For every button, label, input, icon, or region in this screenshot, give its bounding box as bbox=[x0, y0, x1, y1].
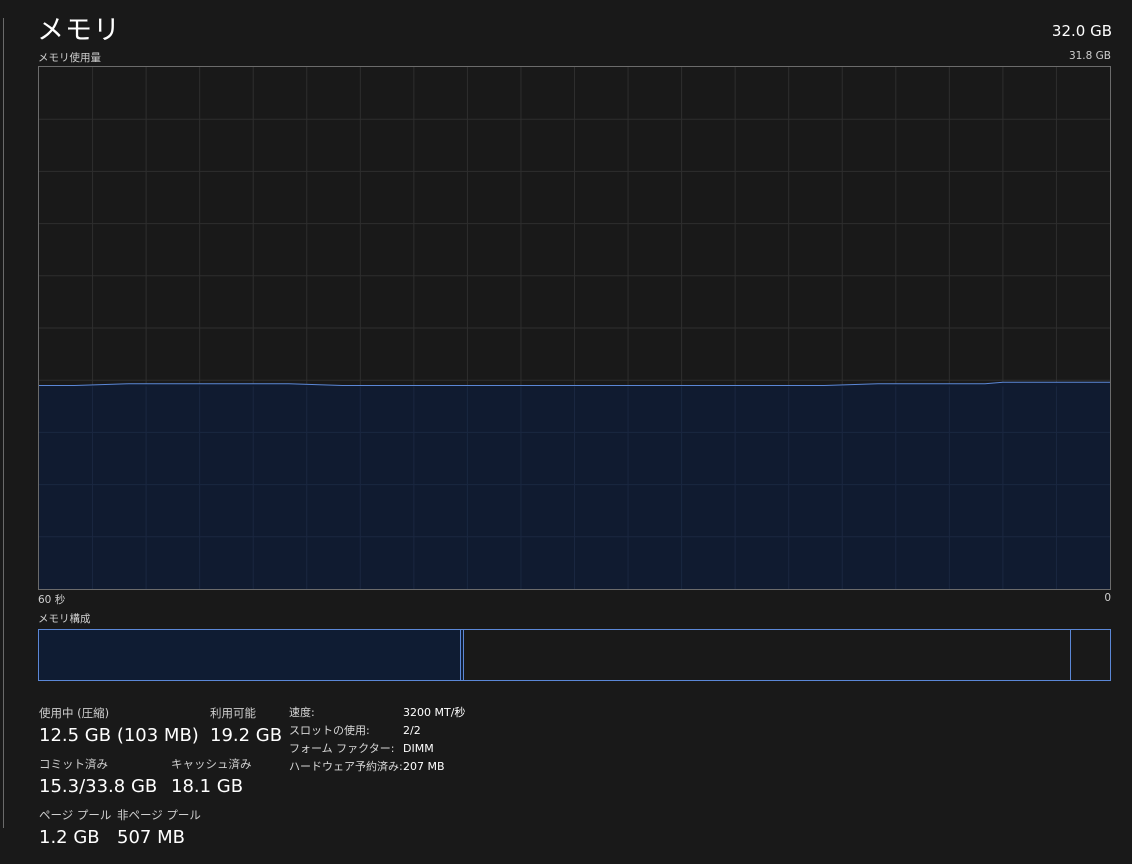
spec-key: スロットの使用: bbox=[289, 724, 370, 737]
composition-in-use-segment bbox=[39, 630, 461, 680]
memory-usage-graph bbox=[38, 66, 1111, 590]
graph-time-right: 0 bbox=[1104, 592, 1111, 604]
spec-key: フォーム ファクター: bbox=[289, 742, 395, 755]
stat-nonpaged-pool-value: 507 MB bbox=[117, 827, 185, 848]
spec-value: DIMM bbox=[403, 742, 434, 755]
graph-label: メモリ使用量 bbox=[38, 52, 101, 64]
stat-available-value: 19.2 GB bbox=[210, 725, 283, 746]
stat-in-use: 使用中 (圧縮) 12.5 GB (103 MB) bbox=[39, 706, 199, 748]
spec-key: 速度: bbox=[289, 706, 315, 719]
graph-time-left: 60 秒 bbox=[38, 594, 66, 606]
left-rail-divider bbox=[3, 18, 4, 828]
stat-cached: キャッシュ済み 18.1 GB bbox=[171, 757, 252, 799]
spec-value: 3200 MT/秒 bbox=[403, 706, 466, 719]
total-memory: 32.0 GB bbox=[1051, 22, 1112, 40]
composition-free-segment bbox=[1071, 630, 1110, 680]
stat-available-label: 利用可能 bbox=[210, 706, 256, 720]
stat-available: 利用可能 19.2 GB bbox=[210, 706, 282, 748]
stat-committed-value: 15.3/33.8 GB bbox=[39, 776, 158, 797]
page-title: メモリ bbox=[37, 15, 121, 46]
stat-paged-pool: ページ プール 1.2 GB bbox=[39, 808, 111, 850]
memory-usage-chart bbox=[39, 67, 1110, 589]
stat-nonpaged-pool-label: 非ページ プール bbox=[117, 808, 201, 822]
spec-row-slots: スロットの使用: 2/2 bbox=[289, 724, 589, 742]
memory-specs: 速度: 3200 MT/秒 スロットの使用: 2/2 フォーム ファクター: D… bbox=[289, 706, 589, 778]
stat-in-use-value: 12.5 GB (103 MB) bbox=[39, 725, 199, 746]
graph-max-label: 31.8 GB bbox=[1068, 50, 1111, 62]
stat-cached-value: 18.1 GB bbox=[171, 776, 244, 797]
spec-row-hardware-reserved: ハードウェア予約済み: 207 MB bbox=[289, 760, 589, 778]
spec-value: 2/2 bbox=[403, 724, 421, 737]
spec-value: 207 MB bbox=[403, 760, 445, 773]
memory-performance-page: メモリ 32.0 GB メモリ使用量 31.8 GB 60 秒 0 メモリ構成 … bbox=[0, 0, 1132, 864]
spec-row-speed: 速度: 3200 MT/秒 bbox=[289, 706, 589, 724]
memory-composition-bar bbox=[38, 629, 1111, 681]
stat-committed-label: コミット済み bbox=[39, 757, 108, 771]
composition-standby-segment bbox=[464, 630, 1071, 680]
stat-in-use-label: 使用中 (圧縮) bbox=[39, 706, 110, 720]
stat-cached-label: キャッシュ済み bbox=[171, 757, 252, 771]
stat-paged-pool-value: 1.2 GB bbox=[39, 827, 100, 848]
stat-paged-pool-label: ページ プール bbox=[39, 808, 112, 822]
stat-nonpaged-pool: 非ページ プール 507 MB bbox=[117, 808, 201, 850]
spec-row-form-factor: フォーム ファクター: DIMM bbox=[289, 742, 589, 760]
composition-label: メモリ構成 bbox=[38, 613, 91, 625]
stat-committed: コミット済み 15.3/33.8 GB bbox=[39, 757, 157, 799]
spec-key: ハードウェア予約済み: bbox=[289, 760, 403, 773]
